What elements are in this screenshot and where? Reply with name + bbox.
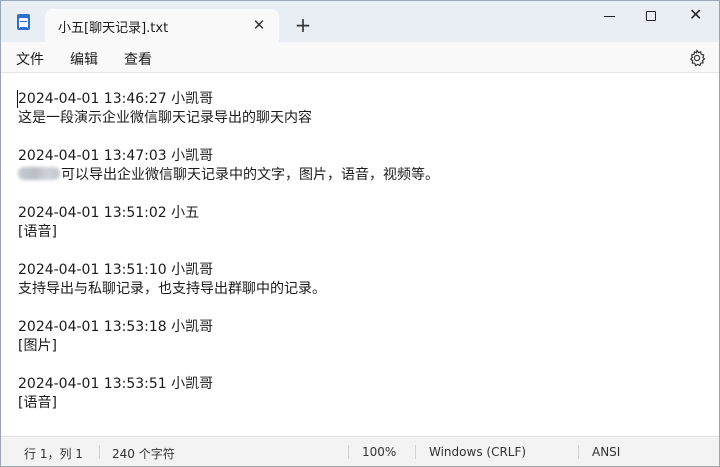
menu-view[interactable]: 查看 bbox=[124, 49, 152, 69]
editor-line: 2024-04-01 13:53:18 小凯哥 bbox=[18, 319, 214, 335]
status-divider bbox=[99, 445, 100, 459]
status-divider bbox=[578, 445, 579, 459]
status-divider bbox=[415, 445, 416, 459]
editor-line: [语音] bbox=[18, 395, 57, 411]
maximize-button[interactable] bbox=[629, 4, 673, 28]
editor-line: [图片] bbox=[18, 338, 57, 354]
status-divider bbox=[348, 445, 349, 459]
editor-line: 这是一段演示企业微信聊天记录导出的聊天内容 bbox=[18, 110, 312, 126]
editor-line: 2024-04-01 13:46:27 小凯哥 bbox=[18, 91, 214, 107]
cursor-position: 行 1，列 1 bbox=[24, 447, 83, 461]
editor-line: 2024-04-01 13:47:03 小凯哥 bbox=[18, 148, 214, 164]
encoding[interactable]: ANSI bbox=[592, 445, 620, 459]
menu-bar: 文件 编辑 查看 bbox=[1, 42, 719, 73]
close-icon: ✕ bbox=[689, 5, 703, 24]
editor-line: 2024-04-01 13:51:02 小五 bbox=[18, 205, 200, 221]
minimize-button[interactable] bbox=[588, 4, 632, 28]
minimize-icon bbox=[604, 16, 615, 17]
editor-line: 可以导出企业微信聊天记录中的文字，图片，语音，视频等。 bbox=[18, 166, 439, 185]
editor-line-text: 可以导出企业微信聊天记录中的文字，图片，语音，视频等。 bbox=[61, 167, 439, 183]
tab-close-icon[interactable]: ✕ bbox=[249, 15, 269, 35]
maximize-icon bbox=[646, 11, 656, 21]
tab-file[interactable]: 小五[聊天记录].txt ✕ bbox=[45, 9, 279, 42]
notepad-icon bbox=[17, 14, 30, 30]
editor-line: [语音] bbox=[18, 224, 57, 240]
notepad-window: 小五[聊天记录].txt ✕ + ✕ 文件 编辑 查看 2024-04-01 1… bbox=[0, 0, 720, 467]
tab-title: 小五[聊天记录].txt bbox=[58, 21, 169, 36]
character-count: 240 个字符 bbox=[112, 447, 175, 461]
status-bar: 行 1，列 1 240 个字符 100% Windows (CRLF) ANSI bbox=[1, 436, 719, 466]
line-ending[interactable]: Windows (CRLF) bbox=[429, 445, 526, 459]
editor-line: 2024-04-01 13:51:10 小凯哥 bbox=[18, 262, 214, 278]
new-tab-button[interactable]: + bbox=[290, 13, 316, 37]
gear-icon[interactable] bbox=[687, 48, 707, 68]
zoom-level[interactable]: 100% bbox=[362, 445, 396, 459]
title-bar: 小五[聊天记录].txt ✕ + ✕ bbox=[1, 1, 719, 42]
close-button[interactable]: ✕ bbox=[674, 4, 718, 28]
editor-line: 支持导出与私聊记录，也支持导出群聊中的记录。 bbox=[18, 281, 326, 297]
menu-file[interactable]: 文件 bbox=[16, 49, 44, 69]
redacted-name bbox=[18, 167, 60, 180]
menu-edit[interactable]: 编辑 bbox=[70, 49, 98, 69]
text-editor[interactable]: 2024-04-01 13:46:27 小凯哥 这是一段演示企业微信聊天记录导出… bbox=[1, 73, 719, 435]
editor-line: 2024-04-01 13:53:51 小凯哥 bbox=[18, 376, 214, 392]
